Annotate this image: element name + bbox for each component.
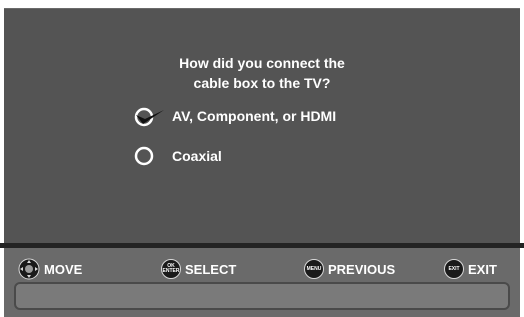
- hint-move: MOVE: [18, 258, 82, 280]
- question-text: How did you connect the cable box to the…: [4, 53, 520, 93]
- hint-previous: MENU PREVIOUS: [304, 258, 395, 280]
- option-label: AV, Component, or HDMI: [172, 108, 337, 124]
- hint-select: OK ENTER SELECT: [161, 258, 236, 280]
- hint-previous-label: PREVIOUS: [328, 261, 396, 277]
- enter-key-text: ENTER: [162, 268, 180, 274]
- radio-unselected[interactable]: [134, 144, 158, 168]
- info-panel: [14, 282, 510, 310]
- setup-dialog: How did you connect the cable box to the…: [4, 8, 520, 243]
- menu-button-icon: MENU: [304, 259, 324, 279]
- option-av-component-hdmi[interactable]: AV, Component, or HDMI: [134, 104, 336, 128]
- radio-selected[interactable]: [134, 104, 164, 128]
- menu-key-text: MENU: [306, 265, 322, 272]
- question-line-2: cable box to the TV?: [193, 75, 331, 91]
- option-label: Coaxial: [172, 148, 222, 164]
- tv-screen: How did you connect the cable box to the…: [0, 0, 524, 317]
- checkmark-icon: [134, 107, 164, 127]
- exit-button-icon: EXIT: [444, 259, 464, 279]
- ok-enter-button-icon: OK ENTER: [161, 259, 181, 279]
- hint-exit-label: EXIT: [468, 261, 497, 277]
- question-line-1: How did you connect the: [179, 55, 345, 71]
- hint-exit: EXIT EXIT: [444, 258, 497, 280]
- control-hint-bar: MOVE OK ENTER SELECT MENU PREVIOUS EXIT …: [4, 248, 520, 317]
- option-coaxial[interactable]: Coaxial: [134, 144, 222, 168]
- hint-move-label: MOVE: [44, 261, 83, 277]
- exit-key-text: EXIT: [448, 265, 460, 272]
- radio-icon: [134, 146, 154, 166]
- hint-select-label: SELECT: [185, 261, 237, 277]
- dpad-icon: [18, 258, 40, 280]
